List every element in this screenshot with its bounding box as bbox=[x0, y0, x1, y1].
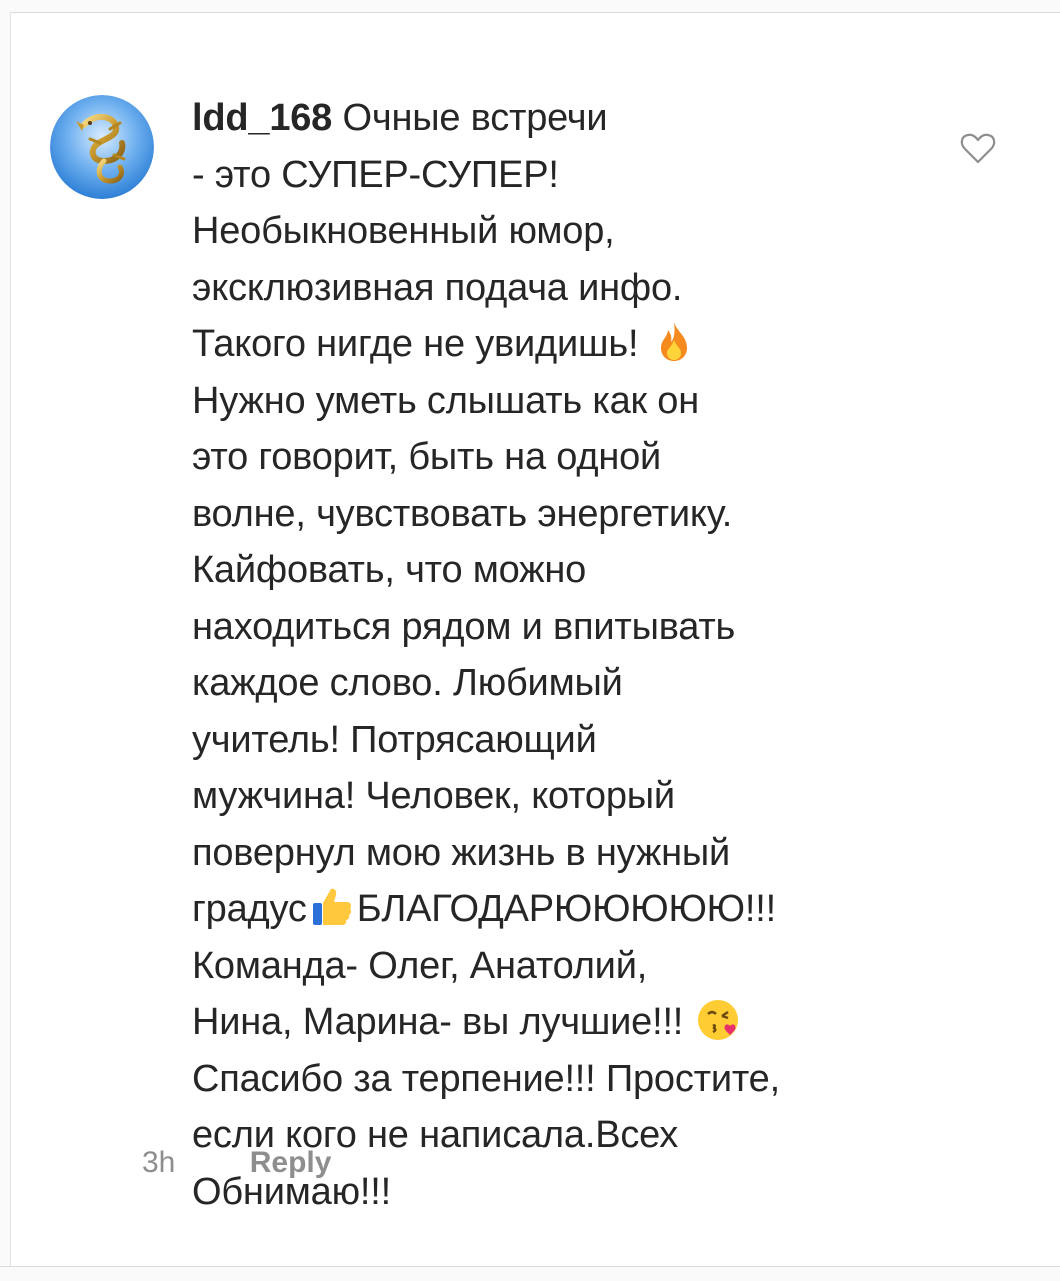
comment-line: волне, чувствовать энергетику. bbox=[192, 492, 733, 535]
comment-line: каждое слово. Любимый bbox=[192, 662, 623, 704]
comment-line: Нина, Марина- вы лучшие!!! bbox=[192, 1001, 684, 1043]
comment-line: Нужно уметь слышать как он bbox=[192, 379, 700, 422]
comment-body: ldd_168 Очные встречи - это СУПЕР-СУПЕР!… bbox=[192, 90, 902, 1220]
comment-line: - это СУПЕР-СУПЕР! bbox=[192, 153, 559, 196]
thumbs-up-emoji-icon bbox=[312, 888, 351, 925]
comment-line: мужчина! Человек, который bbox=[192, 775, 675, 817]
comment-meta: 3h Reply bbox=[142, 1146, 331, 1180]
username-link[interactable]: ldd_168 bbox=[192, 97, 332, 139]
comment-line: Команда- Олег, Анатолий, bbox=[192, 944, 648, 987]
kissing-face-emoji-icon bbox=[697, 1000, 738, 1040]
timestamp: 3h bbox=[142, 1146, 176, 1179]
comment-line: градус bbox=[192, 888, 307, 930]
comment-line: Спасибо за терпение!!! Простите, bbox=[192, 1057, 780, 1100]
comment-line: БЛАГОДАРЮЮЮЮЮ!!! bbox=[356, 888, 776, 930]
fire-emoji-icon bbox=[660, 322, 687, 361]
bottom-bar bbox=[0, 1266, 1060, 1281]
comment-line: Необыкновенный юмор, bbox=[192, 210, 615, 252]
heart-outline-icon[interactable] bbox=[958, 128, 998, 168]
top-bar bbox=[0, 0, 1060, 13]
reply-button[interactable]: Reply bbox=[250, 1146, 332, 1179]
avatar[interactable] bbox=[50, 95, 154, 199]
comment-line: это говорит, быть на одной bbox=[192, 436, 662, 478]
left-border bbox=[0, 12, 11, 1266]
comment-line: Очные встречи bbox=[332, 97, 608, 139]
comment-line: Кайфовать, что можно bbox=[192, 549, 587, 591]
comment-line: находиться рядом и впитывать bbox=[192, 605, 736, 648]
comment-line: эксклюзивная подача инфо. bbox=[192, 266, 683, 309]
comment-line: Такого нигде не увидишь! bbox=[192, 323, 639, 365]
comment-line: повернул мою жизнь в нужный bbox=[192, 831, 731, 874]
comment-line: учитель! Потрясающий bbox=[192, 718, 597, 761]
comment-text: ldd_168 Очные встречи - это СУПЕР-СУПЕР!… bbox=[192, 90, 902, 1220]
golden-dragon-icon bbox=[50, 95, 154, 199]
